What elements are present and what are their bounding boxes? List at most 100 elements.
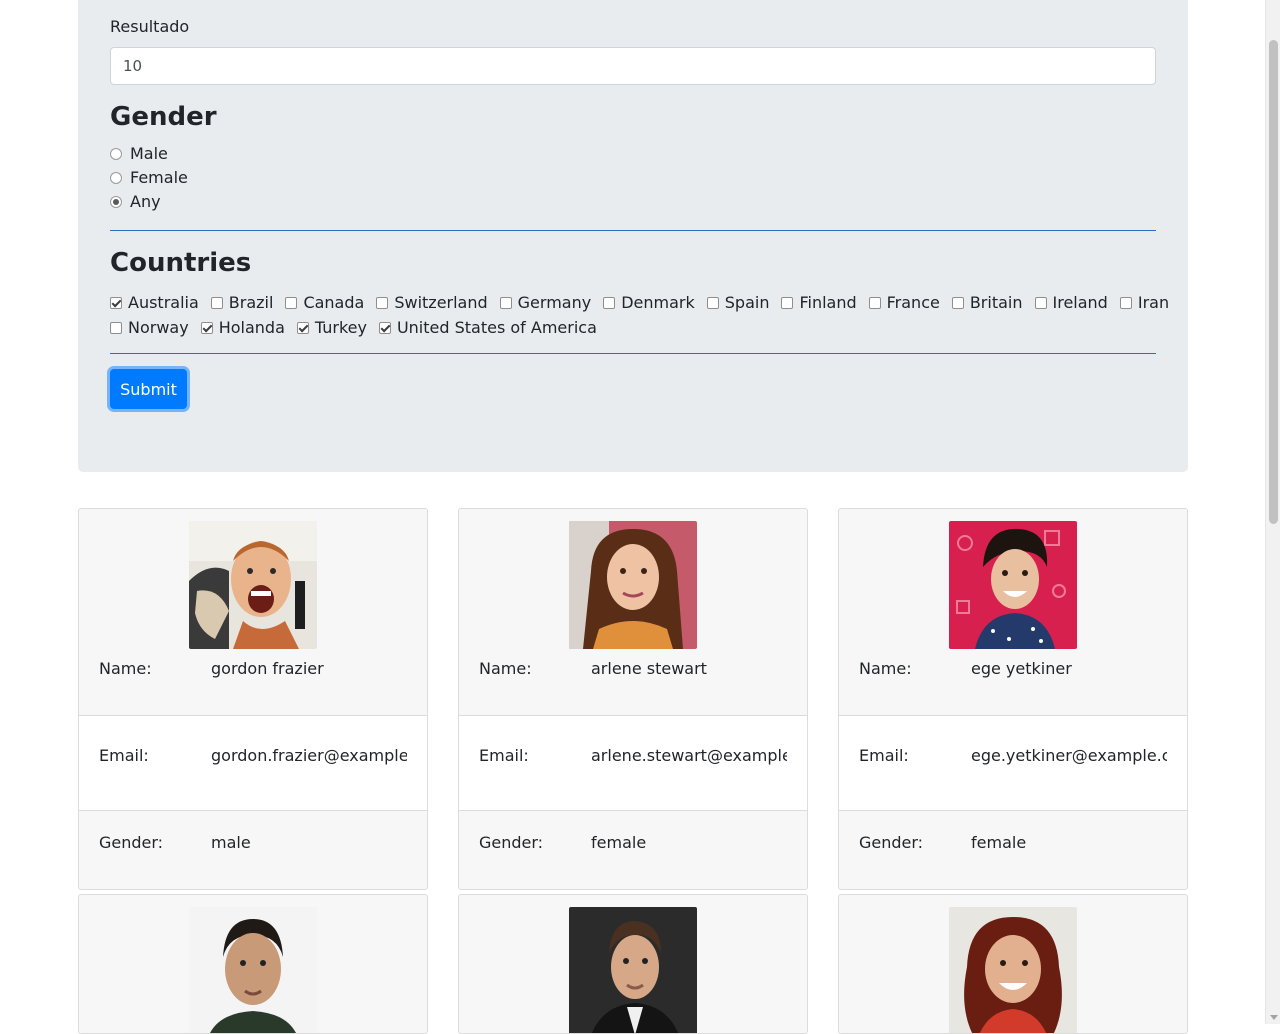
email-label: Email: — [479, 746, 529, 765]
user-name: arlene stewart — [591, 659, 707, 678]
gender-heading: Gender — [110, 102, 217, 132]
user-card: Name: ege yetkiner Email: ege.yetkiner@e… — [838, 508, 1188, 890]
checkbox-ireland[interactable] — [1034, 296, 1047, 309]
gender-label-male: Male — [130, 144, 168, 163]
email-row: Email: gordon.frazier@example.com — [79, 716, 427, 810]
page: Resultado Gender Male Female Any Countri… — [0, 0, 1265, 1034]
country-label: Brazil — [228, 293, 274, 312]
checkbox-brazil[interactable] — [210, 296, 223, 309]
user-name: gordon frazier — [211, 659, 324, 678]
user-photo — [189, 521, 317, 649]
gender-label: Gender: — [859, 833, 924, 852]
country-label: Iran — [1137, 293, 1170, 312]
country-label: Switzerland — [394, 293, 488, 312]
country-label: Spain — [724, 293, 770, 312]
name-label: Name: — [99, 659, 152, 678]
country-label: Turkey — [314, 318, 367, 337]
result-count-input[interactable] — [110, 47, 1156, 85]
checkbox-spain[interactable] — [706, 296, 719, 309]
result-label: Resultado — [110, 17, 190, 36]
user-gender: male — [211, 833, 251, 852]
countries-checkbox-group: Australia Brazil Canada Switzerland Germ… — [110, 290, 1169, 340]
country-australia[interactable]: Australia — [110, 293, 199, 312]
user-photo — [569, 521, 697, 649]
vertical-scrollbar[interactable] — [1265, 0, 1280, 1024]
gender-radio-female[interactable] — [110, 171, 122, 184]
countries-heading: Countries — [110, 248, 252, 278]
divider — [110, 230, 1156, 231]
country-label: Norway — [128, 318, 189, 337]
gender-option-any[interactable]: Any — [110, 192, 161, 211]
gender-label-any: Any — [130, 192, 161, 211]
checkbox-switzerland[interactable] — [376, 296, 389, 309]
scroll-down-arrow-icon[interactable] — [1270, 1015, 1278, 1020]
checkbox-norway[interactable] — [110, 321, 122, 334]
user-email: gordon.frazier@example.com — [211, 746, 407, 765]
email-row: Email: ege.yetkiner@example.com — [839, 716, 1187, 810]
checkbox-germany[interactable] — [499, 296, 512, 309]
country-label: Holanda — [218, 318, 285, 337]
user-card — [838, 894, 1188, 1034]
country-brazil[interactable]: Brazil — [210, 293, 274, 312]
country-label: United States of America — [396, 318, 597, 337]
gender-radio-male[interactable] — [110, 147, 122, 160]
country-germany[interactable]: Germany — [499, 293, 592, 312]
divider — [79, 810, 427, 811]
search-form-panel: Resultado Gender Male Female Any Countri… — [78, 0, 1188, 472]
divider — [110, 353, 1156, 354]
user-gender: female — [591, 833, 647, 852]
country-switzerland[interactable]: Switzerland — [376, 293, 488, 312]
country-usa[interactable]: United States of America — [378, 318, 597, 337]
checkbox-australia[interactable] — [110, 296, 122, 309]
country-denmark[interactable]: Denmark — [603, 293, 695, 312]
email-row: Email: arlene.stewart@example.com — [459, 716, 807, 810]
country-label: Canada — [303, 293, 365, 312]
country-label: Britain — [969, 293, 1023, 312]
country-france[interactable]: France — [868, 293, 940, 312]
gender-label: Gender: — [479, 833, 544, 852]
user-card: Name: gordon frazier Email: gordon.frazi… — [78, 508, 428, 890]
user-card — [78, 894, 428, 1034]
user-photo — [949, 907, 1077, 1033]
scrollbar-thumb[interactable] — [1269, 40, 1278, 524]
checkbox-denmark[interactable] — [603, 296, 616, 309]
country-turkey[interactable]: Turkey — [296, 318, 367, 337]
country-canada[interactable]: Canada — [285, 293, 364, 312]
country-label: Denmark — [621, 293, 695, 312]
country-iran[interactable]: Iran — [1119, 293, 1170, 312]
checkbox-turkey[interactable] — [296, 321, 309, 334]
email-label: Email: — [859, 746, 909, 765]
user-gender: female — [971, 833, 1027, 852]
user-photo — [189, 907, 317, 1033]
country-ireland[interactable]: Ireland — [1034, 293, 1108, 312]
country-britain[interactable]: Britain — [951, 293, 1023, 312]
user-card — [458, 894, 808, 1034]
checkbox-iran[interactable] — [1119, 296, 1132, 309]
checkbox-finland[interactable] — [781, 296, 794, 309]
country-finland[interactable]: Finland — [781, 293, 857, 312]
user-card: Name: arlene stewart Email: arlene.stewa… — [458, 508, 808, 890]
country-label: France — [886, 293, 940, 312]
gender-radio-any[interactable] — [110, 195, 122, 208]
country-label: Ireland — [1052, 293, 1108, 312]
user-email: ege.yetkiner@example.com — [971, 746, 1167, 765]
checkbox-britain[interactable] — [951, 296, 964, 309]
country-label: Germany — [517, 293, 592, 312]
checkbox-france[interactable] — [868, 296, 881, 309]
gender-option-male[interactable]: Male — [110, 144, 168, 163]
divider — [459, 810, 807, 811]
country-spain[interactable]: Spain — [706, 293, 770, 312]
country-norway[interactable]: Norway — [110, 318, 189, 337]
email-label: Email: — [99, 746, 149, 765]
checkbox-canada[interactable] — [285, 296, 298, 309]
gender-label: Gender: — [99, 833, 164, 852]
submit-button[interactable]: Submit — [110, 369, 187, 409]
country-holanda[interactable]: Holanda — [200, 318, 285, 337]
divider — [839, 810, 1187, 811]
checkbox-holanda[interactable] — [200, 321, 213, 334]
country-label: Australia — [128, 293, 199, 312]
user-photo — [949, 521, 1077, 649]
gender-label-female: Female — [130, 168, 188, 187]
gender-option-female[interactable]: Female — [110, 168, 188, 187]
checkbox-usa[interactable] — [378, 321, 391, 334]
